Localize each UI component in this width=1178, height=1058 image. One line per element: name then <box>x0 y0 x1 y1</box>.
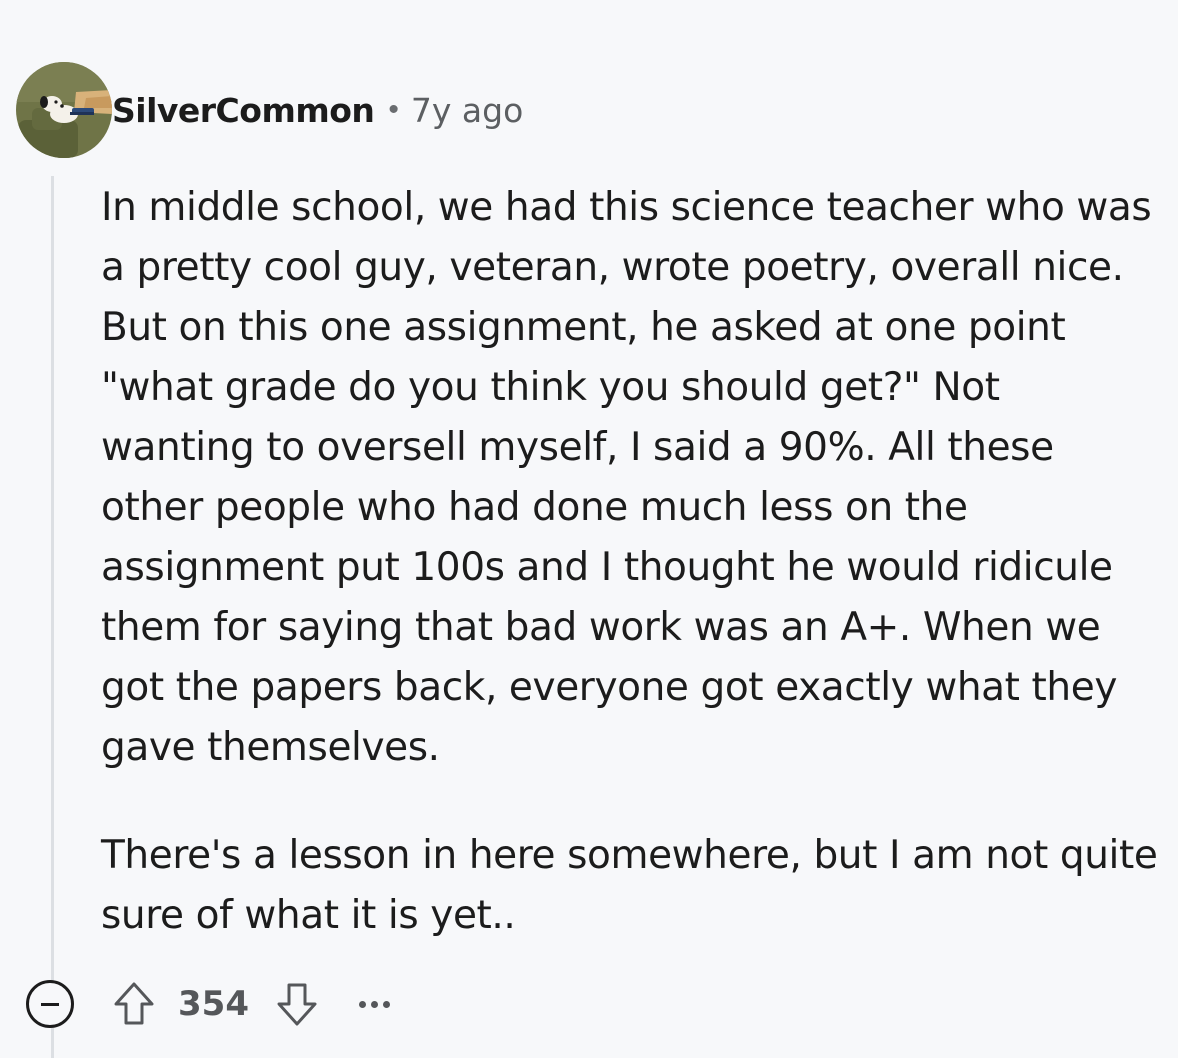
more-dot-icon <box>370 1000 378 1008</box>
comment-actions: 354 <box>26 976 390 1032</box>
minus-icon <box>41 1002 59 1006</box>
author-name[interactable]: SilverCommon <box>112 91 375 130</box>
more-dot-icon <box>358 1000 366 1008</box>
upvote-icon[interactable] <box>112 981 156 1027</box>
comment-paragraph: In middle school, we had this science te… <box>101 185 1152 770</box>
comment-header: SilverCommon • 7y ago <box>16 62 523 158</box>
collapse-button[interactable] <box>26 980 74 1028</box>
thread-line[interactable] <box>51 176 54 1058</box>
comment-paragraph: There's a lesson in here somewhere, but … <box>101 833 1158 938</box>
vote-group: 354 <box>112 981 319 1027</box>
more-options-button[interactable] <box>358 1000 390 1008</box>
more-dot-icon <box>382 1000 390 1008</box>
comment-body: In middle school, we had this science te… <box>101 178 1161 946</box>
vote-count: 354 <box>178 984 249 1024</box>
snoopy-avatar-icon <box>16 62 112 158</box>
meta-separator: • <box>388 93 399 126</box>
avatar[interactable] <box>16 62 112 158</box>
comment: SilverCommon • 7y ago In middle school, … <box>0 0 1178 1058</box>
downvote-icon[interactable] <box>275 981 319 1027</box>
comment-age[interactable]: 7y ago <box>411 91 523 130</box>
